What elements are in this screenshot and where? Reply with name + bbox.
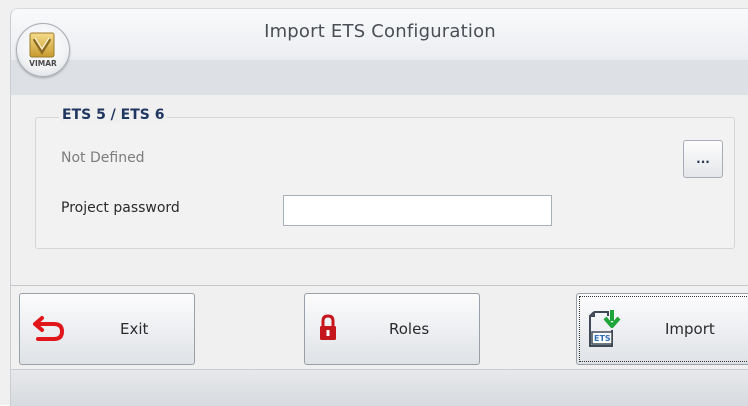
exit-label: Exit xyxy=(120,320,149,338)
vimar-logo[interactable]: VIMAR xyxy=(16,23,70,77)
password-field[interactable] xyxy=(283,195,552,226)
import-button[interactable]: ETS Import xyxy=(576,293,748,365)
status-bar xyxy=(10,369,748,406)
import-label: Import xyxy=(665,320,715,338)
title-bar-band xyxy=(11,59,748,97)
import-ets-window: Import ETS Configuration VIMAR ETS 5 / E… xyxy=(0,0,748,406)
content-area: ETS 5 / ETS 6 Not Defined ... Project pa… xyxy=(10,95,748,265)
password-label: Project password xyxy=(61,200,180,216)
window-title: Import ETS Configuration xyxy=(264,21,496,42)
roles-label: Roles xyxy=(389,320,430,338)
logo-brand-text: VIMAR xyxy=(29,59,57,68)
ets-group-box xyxy=(35,117,735,249)
exit-arrow-icon xyxy=(32,315,66,347)
group-title: ETS 5 / ETS 6 xyxy=(59,107,168,123)
button-bar: Exit Roles ETS Import xyxy=(10,285,748,370)
separator xyxy=(10,265,748,285)
ets-import-icon: ETS xyxy=(588,308,622,354)
file-path-text: Not Defined xyxy=(61,150,145,166)
browse-button[interactable]: ... xyxy=(683,140,723,178)
title-bar: Import ETS Configuration xyxy=(10,8,748,97)
svg-text:ETS: ETS xyxy=(594,334,611,343)
exit-button[interactable]: Exit xyxy=(19,293,195,365)
padlock-icon xyxy=(319,314,337,346)
roles-button[interactable]: Roles xyxy=(304,293,480,365)
vimar-logo-icon xyxy=(29,32,55,58)
